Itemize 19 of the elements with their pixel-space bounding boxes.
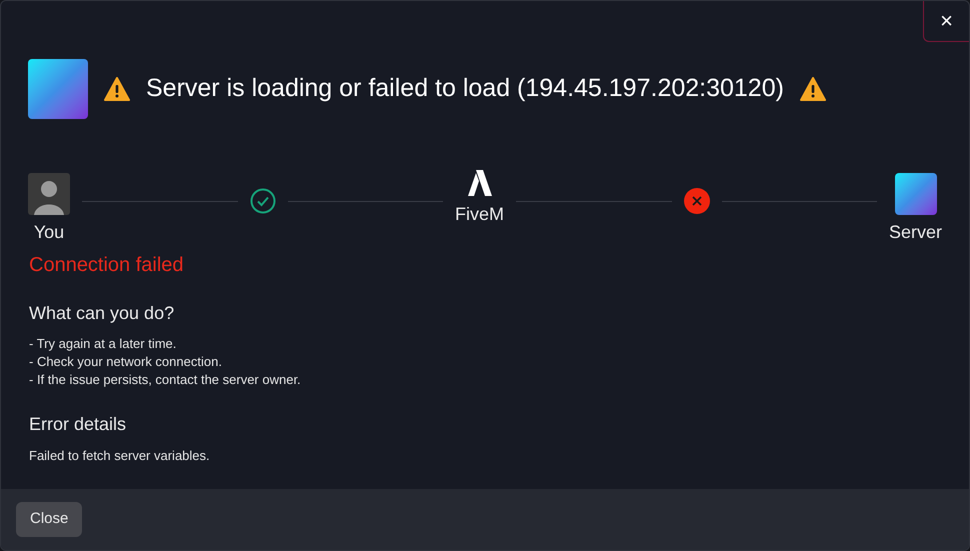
server-logo-icon	[28, 59, 88, 119]
avatar-icon	[28, 173, 70, 215]
close-button[interactable]: ×	[923, 1, 969, 42]
help-text: - If the issue persists, contact the server owner.	[29, 371, 302, 389]
node-label: You	[34, 221, 64, 244]
error-message: Failed to fetch server variables.	[29, 447, 211, 465]
section-heading: What can you do?	[29, 302, 176, 325]
status-text: Connection failed	[29, 253, 185, 278]
help-text: - Check your network connection.	[29, 353, 223, 371]
node-label: Server	[889, 221, 942, 244]
app-logo-icon	[466, 169, 492, 197]
warning-icon	[800, 77, 826, 101]
warning-icon	[104, 77, 130, 101]
close-button[interactable]: Close	[16, 502, 82, 537]
dialog-title: Server is loading or failed to load (194.45.197.202:30120)	[146, 73, 784, 104]
section-heading: Error details	[29, 413, 128, 436]
node-label: FiveM	[455, 203, 504, 226]
server-logo-icon	[894, 173, 936, 215]
help-text: - Try again at a later time.	[29, 335, 178, 353]
